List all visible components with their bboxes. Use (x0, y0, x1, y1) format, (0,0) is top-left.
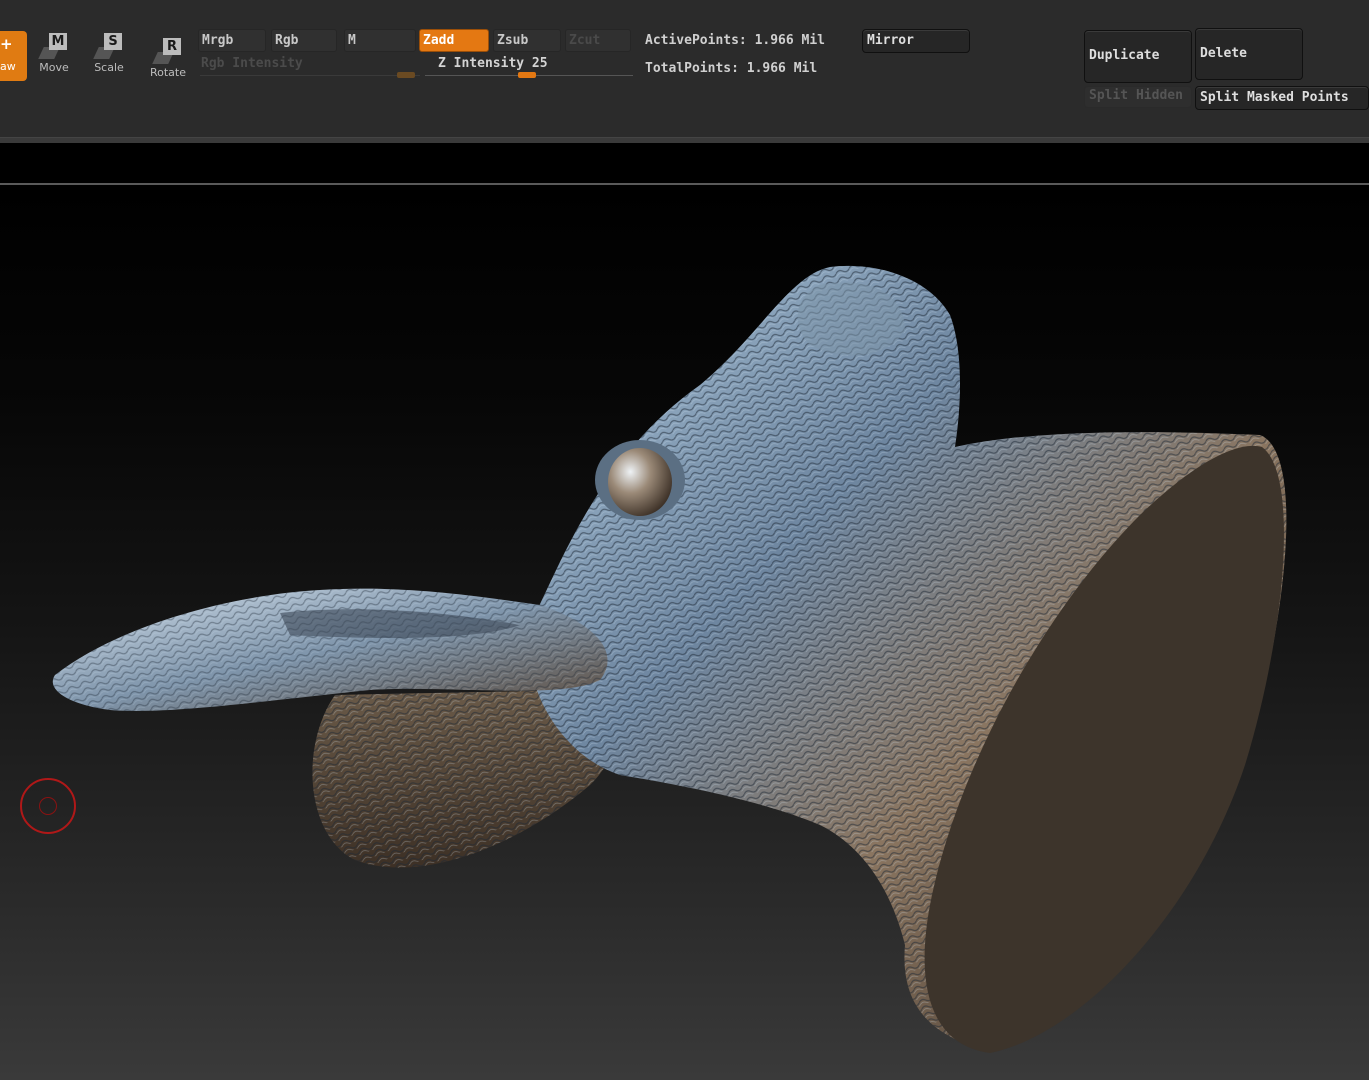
rgb-button[interactable]: Rgb (271, 29, 337, 52)
zcut-button[interactable]: Zcut (565, 29, 631, 52)
scale-icon: S (93, 33, 122, 59)
total-points-readout: TotalPoints: 1.966 Mil (645, 61, 818, 76)
rgb-intensity-label: Rgb Intensity (201, 56, 303, 71)
mirror-button[interactable]: Mirror (862, 29, 970, 53)
z-intensity-slider[interactable]: Z Intensity 25 (425, 56, 633, 78)
rgb-intensity-slider[interactable]: Rgb Intensity (200, 56, 420, 78)
draw-label: aw (0, 60, 16, 73)
rotate-button[interactable]: R Rotate (148, 38, 188, 88)
split-hidden-button[interactable]: Split Hidden (1084, 86, 1192, 108)
delete-button[interactable]: Delete (1195, 28, 1303, 80)
top-shelf: + aw M Move S Scale R Rotate Mrgb Rgb M … (0, 0, 1369, 137)
scale-label: Scale (94, 61, 124, 74)
z-intensity-handle[interactable] (518, 72, 536, 78)
m-button[interactable]: M (344, 29, 416, 52)
zadd-button[interactable]: Zadd (419, 29, 489, 52)
brush-cursor (20, 778, 76, 834)
draw-icon: + (0, 35, 13, 53)
move-button[interactable]: M Move (38, 33, 70, 83)
duplicate-button[interactable]: Duplicate (1084, 30, 1192, 83)
mrgb-button[interactable]: Mrgb (198, 29, 266, 52)
canvas-header (0, 143, 1369, 183)
active-points-readout: ActivePoints: 1.966 Mil (645, 33, 826, 48)
move-icon: M (38, 33, 67, 59)
rabbit-eye (595, 440, 685, 520)
rotate-label: Rotate (149, 66, 186, 79)
z-intensity-label: Z Intensity 25 (438, 56, 548, 71)
rabbit-head-model[interactable] (0, 185, 1369, 1080)
rgb-intensity-handle[interactable] (397, 72, 415, 78)
rotate-icon: R (152, 38, 181, 64)
scale-button[interactable]: S Scale (93, 33, 125, 83)
canvas-viewport[interactable] (0, 185, 1369, 1080)
split-masked-points-button[interactable]: Split Masked Points (1195, 86, 1369, 110)
draw-button[interactable]: + aw (0, 31, 27, 81)
zsub-button[interactable]: Zsub (493, 29, 561, 52)
move-label: Move (39, 61, 69, 74)
